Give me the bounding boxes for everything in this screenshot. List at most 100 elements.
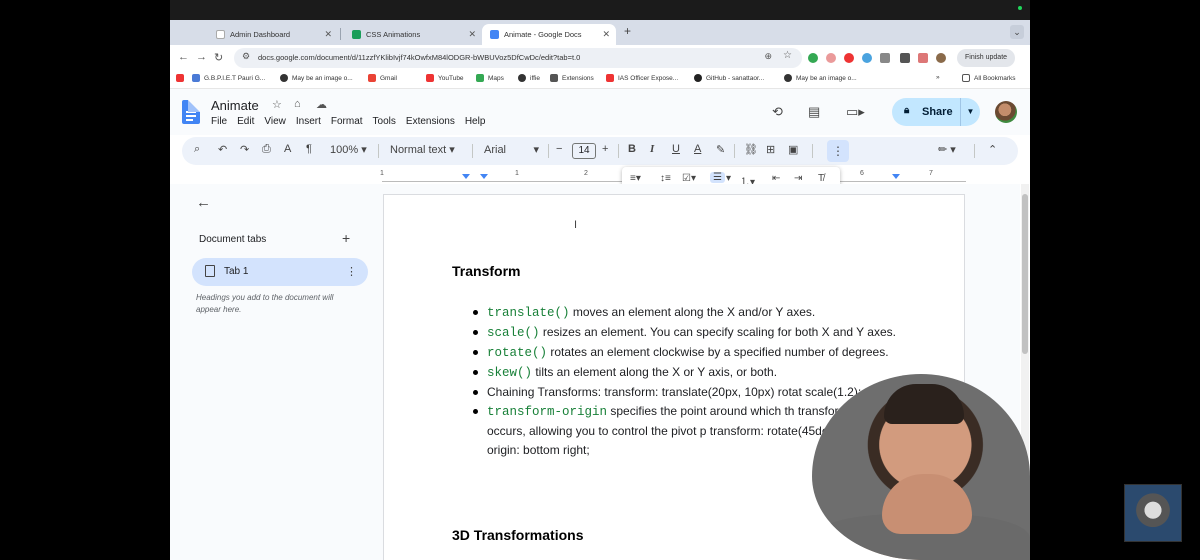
bullet-options-icon[interactable]: ▾	[726, 173, 731, 184]
share-dropdown-icon[interactable]: ▼	[960, 98, 980, 126]
profile-avatar[interactable]	[936, 53, 946, 63]
docs-logo-icon[interactable]	[182, 100, 200, 124]
close-icon[interactable]: ✕	[324, 29, 332, 40]
underline-icon[interactable]: U	[672, 143, 680, 155]
move-folder-icon[interactable]: ⌂	[294, 98, 301, 110]
editing-mode-icon[interactable]: ✏ ▾	[938, 143, 956, 156]
extension-icon[interactable]	[808, 53, 818, 63]
more-bookmarks-button[interactable]: »	[936, 74, 940, 81]
decrease-font-size-button[interactable]: −	[556, 143, 562, 155]
meet-icon[interactable]: ▭▸	[846, 104, 865, 120]
list-item[interactable]: Chaining Transforms: transform: translat…	[473, 383, 907, 402]
extensions-puzzle-icon[interactable]	[880, 53, 890, 63]
site-info-icon[interactable]: ⚙	[242, 51, 250, 62]
reload-icon[interactable]: ↻	[214, 51, 223, 64]
extension-icon[interactable]	[826, 53, 836, 63]
comments-icon[interactable]: ▤	[808, 104, 820, 120]
list-item[interactable]: skew() tilts an element along the X or Y…	[473, 363, 907, 383]
menu-extensions[interactable]: Extensions	[406, 116, 455, 127]
extension-icon[interactable]	[844, 53, 854, 63]
menu-insert[interactable]: Insert	[296, 116, 321, 127]
bookmark-item[interactable]: YouTube	[426, 74, 464, 82]
zoom-select[interactable]: 100% ▾	[330, 143, 367, 156]
list-item[interactable]: scale() resizes an element. You can spec…	[473, 323, 907, 343]
first-line-indent-marker[interactable]	[480, 174, 488, 179]
search-icon[interactable]: ⌕	[194, 143, 200, 156]
cloud-status-icon[interactable]: ☁	[316, 98, 327, 111]
right-indent-marker[interactable]	[892, 174, 900, 179]
bookmark-star-icon[interactable]: ☆	[783, 50, 792, 61]
highlight-icon[interactable]: ✎	[716, 143, 725, 156]
link-icon[interactable]: ⛓	[744, 143, 758, 156]
bookmark-item[interactable]: Gmail	[368, 74, 397, 82]
undo-icon[interactable]: ↶	[218, 143, 227, 156]
avatar[interactable]	[995, 101, 1017, 123]
extension-icon[interactable]	[918, 53, 928, 63]
increase-indent-icon[interactable]: ⇥	[794, 173, 802, 184]
menu-edit[interactable]: Edit	[237, 116, 254, 127]
bulleted-list-icon[interactable]: ☰	[710, 172, 725, 183]
align-icon[interactable]: ≡▾	[630, 173, 641, 184]
bookmark-item[interactable]: Maps	[476, 74, 504, 82]
print-icon[interactable]: ⎙	[262, 143, 271, 156]
scrollbar-thumb[interactable]	[1022, 194, 1028, 354]
text-color-icon[interactable]: A	[694, 143, 701, 155]
back-icon[interactable]: ←	[178, 51, 189, 63]
clear-formatting-icon[interactable]: T̸	[818, 173, 824, 184]
browser-tab-admin[interactable]: Admin Dashboard ✕	[208, 24, 338, 45]
left-indent-marker[interactable]	[462, 174, 470, 179]
finish-update-button[interactable]: Finish update	[957, 49, 1016, 67]
address-bar[interactable]: ⚙ docs.google.com/document/d/11zzfYKlibI…	[234, 48, 802, 68]
document-title[interactable]: Animate	[211, 98, 259, 113]
menu-help[interactable]: Help	[465, 116, 486, 127]
bookmark-item[interactable]	[176, 74, 188, 82]
line-spacing-icon[interactable]: ↕≡	[660, 173, 671, 184]
italic-icon[interactable]: I	[650, 143, 654, 155]
bookmark-item[interactable]: G.B.P.I.E.T Pauri G...	[192, 74, 265, 82]
close-icon[interactable]: ✕	[602, 29, 610, 40]
menu-format[interactable]: Format	[331, 116, 363, 127]
new-tab-button[interactable]: +	[624, 24, 631, 38]
add-comment-icon[interactable]: ⊞	[766, 143, 775, 156]
menu-file[interactable]: File	[211, 116, 227, 127]
bookmark-item[interactable]: Extensions	[550, 74, 594, 82]
redo-icon[interactable]: ↷	[240, 143, 249, 156]
menu-view[interactable]: View	[264, 116, 286, 127]
increase-font-size-button[interactable]: +	[602, 143, 608, 155]
sidebar-item-tab-1[interactable]: Tab 1 ⋮	[192, 258, 368, 286]
star-icon[interactable]: ☆	[272, 98, 282, 111]
close-icon[interactable]: ✕	[468, 29, 476, 40]
kebab-menu-icon[interactable]: ⋮	[346, 265, 357, 278]
insert-image-icon[interactable]: ▣	[788, 143, 798, 156]
menu-tools[interactable]: Tools	[373, 116, 396, 127]
browser-tab-docs[interactable]: Animate - Google Docs ✕	[482, 24, 616, 45]
font-size-input[interactable]: 14	[572, 143, 596, 159]
heading-3d-transformations[interactable]: 3D Transformations	[452, 527, 583, 543]
browser-tab-css[interactable]: CSS Animations ✕	[344, 24, 482, 45]
bold-icon[interactable]: B	[628, 143, 636, 155]
bookmark-item[interactable]: May be an image o...	[784, 74, 857, 82]
style-select[interactable]: Normal text ▾	[390, 143, 455, 156]
history-icon[interactable]: ⟲	[772, 104, 783, 120]
share-button[interactable]: 🔒︎ Share ▼	[892, 98, 980, 126]
list-item[interactable]: translate() moves an element along the X…	[473, 303, 907, 323]
more-options-icon[interactable]: ⋮	[827, 140, 849, 162]
checklist-icon[interactable]: ☑▾	[682, 173, 696, 184]
tab-search-button[interactable]: ⌄	[1010, 25, 1024, 39]
back-arrow-icon[interactable]: ←	[196, 194, 211, 211]
extension-icon[interactable]	[862, 53, 872, 63]
font-select[interactable]: Arial ▾	[484, 143, 539, 156]
heading-transform[interactable]: Transform	[452, 263, 520, 279]
bookmark-item[interactable]: iffie	[518, 74, 540, 82]
all-bookmarks-button[interactable]: All Bookmarks	[962, 74, 1016, 82]
collapse-menus-icon[interactable]: ⌃	[988, 143, 997, 156]
decrease-indent-icon[interactable]: ⇤	[772, 173, 780, 184]
bookmark-item[interactable]: May be an image o...	[280, 74, 353, 82]
bookmark-item[interactable]: GitHub - sanattaor...	[694, 74, 764, 82]
list-item[interactable]: rotate() rotates an element clockwise by…	[473, 343, 907, 363]
bookmark-item[interactable]: IAS Officer Expose...	[606, 74, 678, 82]
spellcheck-icon[interactable]: A	[284, 143, 291, 155]
forward-icon[interactable]: →	[196, 51, 207, 63]
add-tab-button[interactable]: +	[342, 230, 350, 246]
paint-format-icon[interactable]: ¶	[306, 143, 312, 155]
